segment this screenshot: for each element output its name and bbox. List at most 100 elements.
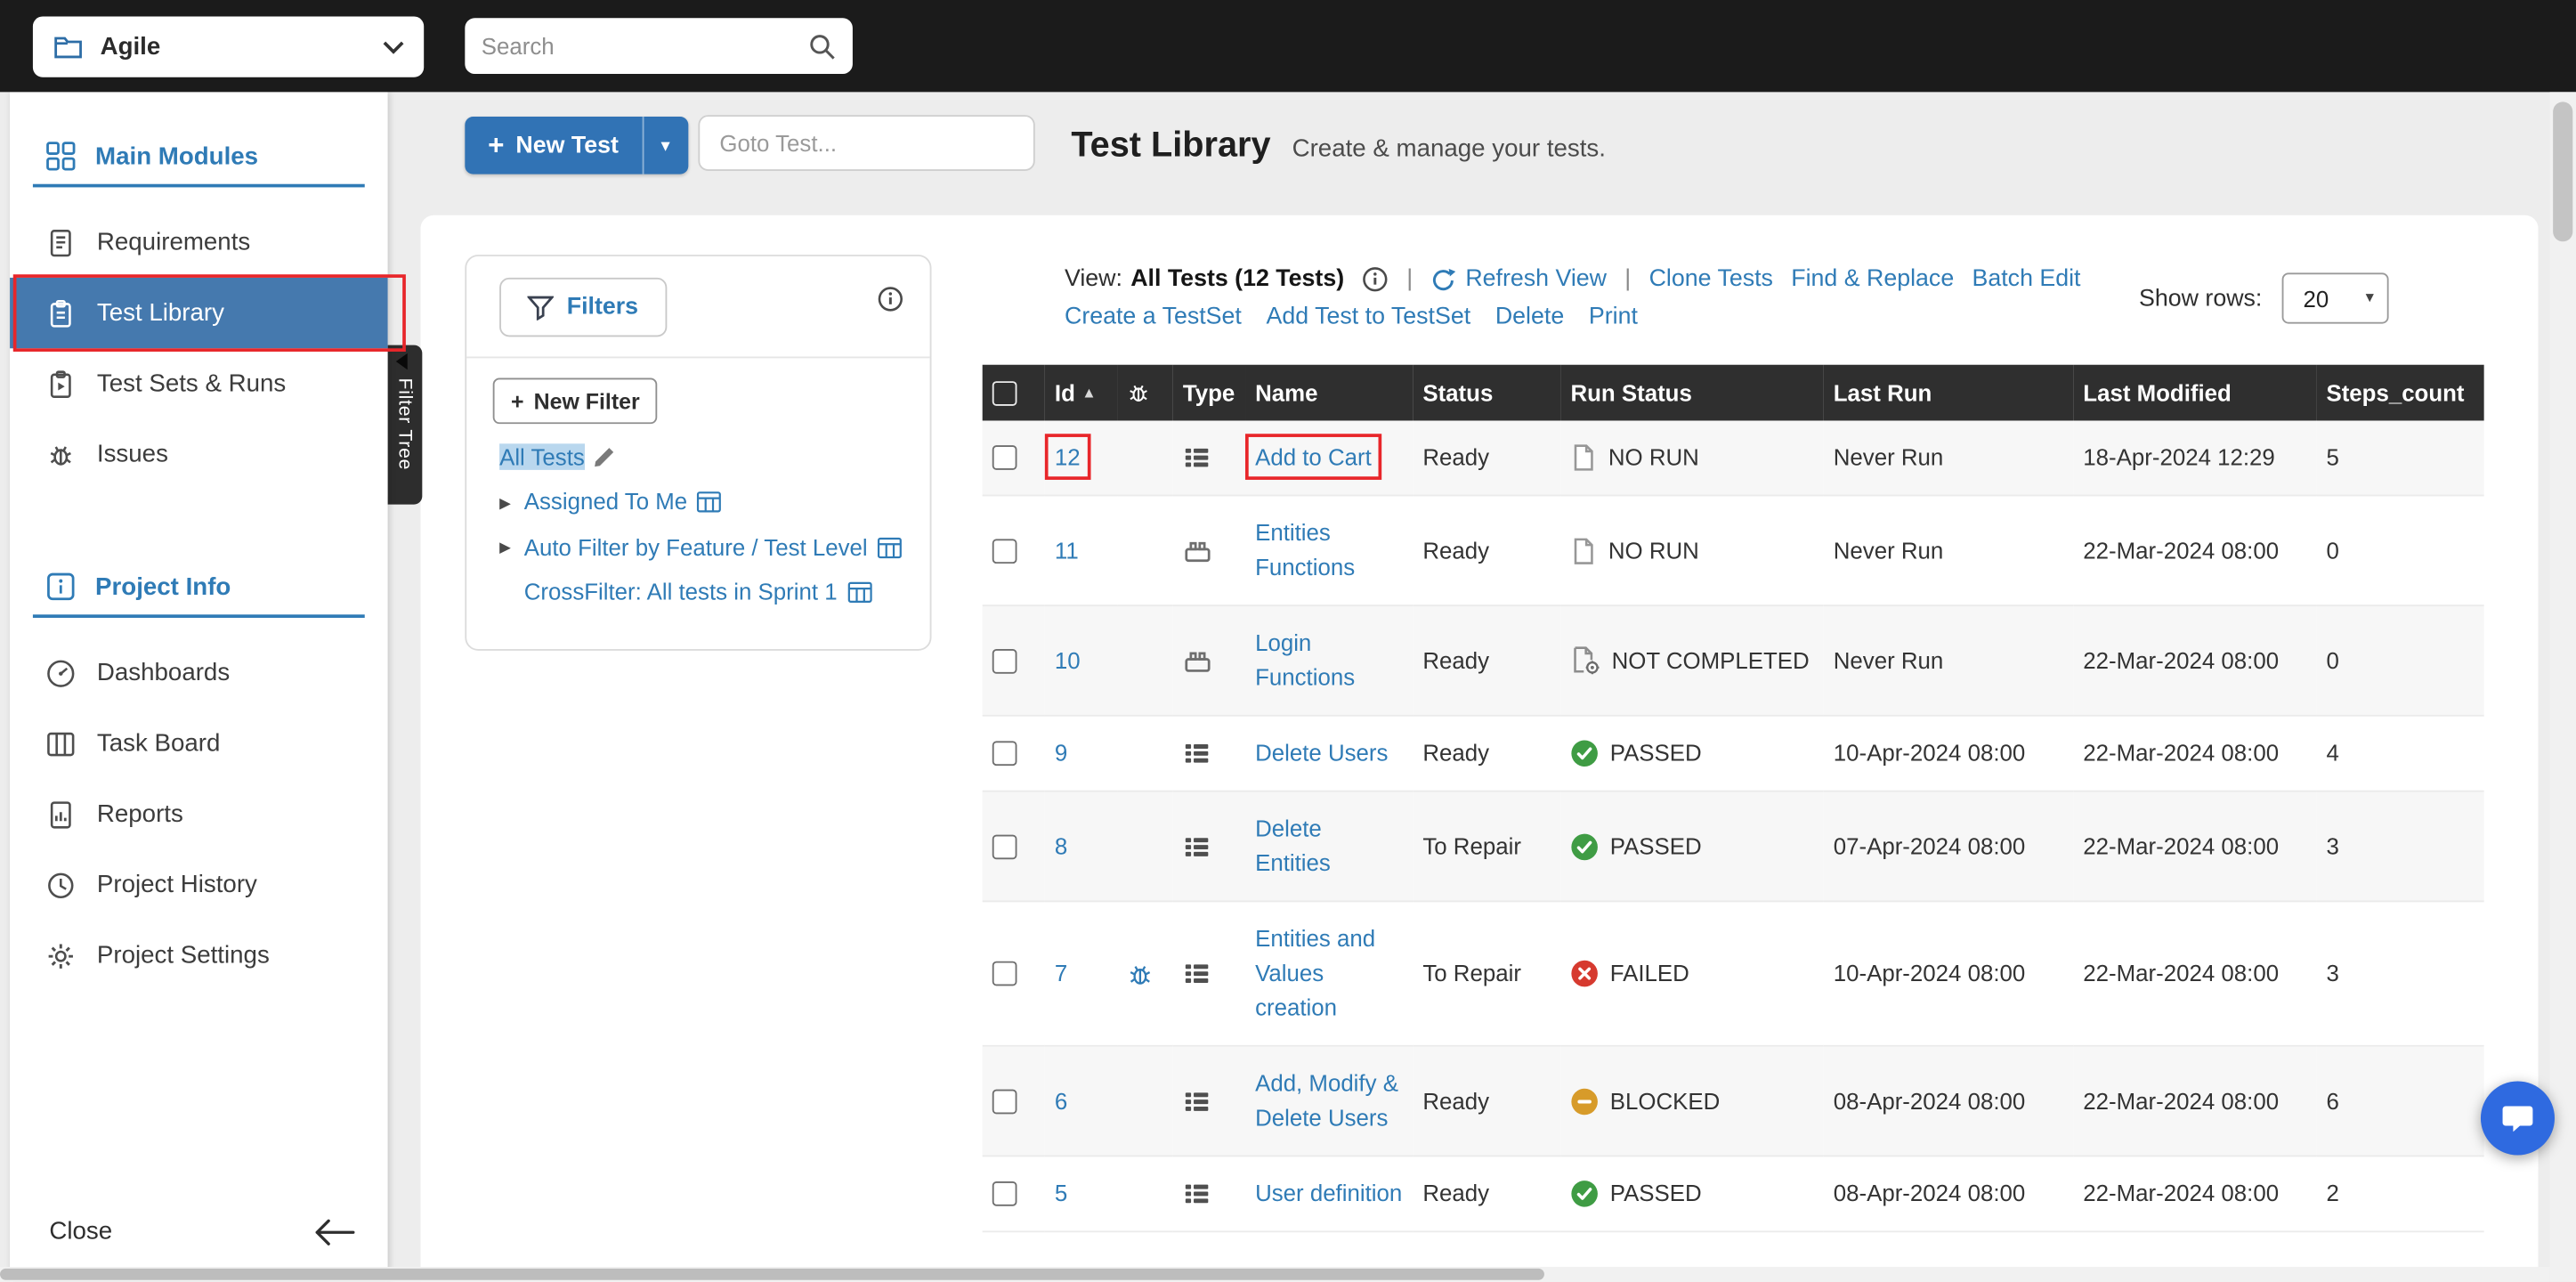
new-test-dropdown-button[interactable]: ▾ — [644, 117, 688, 174]
filter-link-auto-filter[interactable]: Auto Filter by Feature / Test Level — [524, 533, 868, 560]
sidebar-item-project-history[interactable]: Project History — [10, 849, 388, 920]
filters-info-icon[interactable] — [878, 286, 904, 312]
row-checkbox[interactable] — [992, 648, 1017, 673]
test-id-link[interactable]: 12 — [1055, 443, 1081, 470]
find-replace-link[interactable]: Find & Replace — [1791, 266, 1954, 293]
search-input[interactable] — [482, 33, 808, 60]
delete-link[interactable]: Delete — [1495, 304, 1564, 330]
filter-item-assigned-to-me[interactable]: ▶Assigned To Me — [499, 484, 907, 520]
test-row: 11 Entities Functions Ready NO RUN Never… — [983, 495, 2484, 605]
new-test-button[interactable]: + New Test — [465, 117, 641, 174]
filters-button[interactable]: Filters — [499, 278, 666, 337]
new-test-split-button[interactable]: + New Test ▾ — [465, 117, 687, 174]
project-selector[interactable]: Agile — [33, 16, 424, 77]
row-checkbox[interactable] — [992, 1181, 1017, 1206]
filter-item-all-tests[interactable]: All Tests — [499, 441, 907, 475]
info-square-icon — [46, 572, 76, 601]
row-checkbox[interactable] — [992, 834, 1017, 859]
grid-icon — [46, 142, 76, 171]
row-checkbox[interactable] — [992, 741, 1017, 766]
expand-arrow-icon[interactable]: ▶ — [499, 485, 524, 520]
test-id-link[interactable]: 6 — [1055, 1087, 1067, 1114]
col-header-type[interactable]: Type — [1173, 365, 1245, 421]
chat-launcher-button[interactable] — [2481, 1081, 2555, 1155]
test-id-link[interactable]: 5 — [1055, 1180, 1067, 1206]
view-info-icon[interactable] — [1362, 266, 1389, 293]
new-filter-button[interactable]: + New Filter — [493, 378, 658, 425]
sidebar-item-reports[interactable]: Reports — [10, 779, 388, 849]
view-summary: View: All Tests (12 Tests) — [1065, 266, 1344, 293]
sidebar-item-label: Test Sets & Runs — [97, 369, 286, 397]
col-header-bug[interactable] — [1117, 365, 1173, 421]
filter-link-assigned-to-me[interactable]: Assigned To Me — [524, 488, 687, 515]
test-id-link[interactable]: 7 — [1055, 960, 1067, 986]
clone-tests-link[interactable]: Clone Tests — [1649, 266, 1773, 293]
sidebar-item-task-board[interactable]: Task Board — [10, 708, 388, 778]
add-test-to-testset-link[interactable]: Add Test to TestSet — [1267, 304, 1471, 330]
test-id-link[interactable]: 9 — [1055, 740, 1067, 767]
row-checkbox[interactable] — [992, 961, 1017, 986]
horizontal-scrollbar-thumb[interactable] — [0, 1269, 1544, 1280]
filter-tree-tab[interactable]: Filter Tree — [388, 345, 423, 505]
plus-icon: + — [511, 388, 524, 413]
test-status: Ready — [1422, 740, 1489, 767]
table-view-icon[interactable] — [847, 581, 872, 603]
test-name-link[interactable]: Delete Entities — [1255, 815, 1331, 875]
close-label: Close — [49, 1218, 112, 1245]
section-underline — [33, 184, 365, 188]
table-header-row: Id▲ Type Name Status Run Status Last Run… — [983, 365, 2484, 421]
expand-arrow-icon[interactable]: ▶ — [499, 531, 524, 565]
select-all-checkbox[interactable] — [992, 380, 1017, 405]
col-header-status[interactable]: Status — [1413, 365, 1560, 421]
col-header-steps-count[interactable]: Steps_count — [2316, 365, 2483, 421]
batch-edit-link[interactable]: Batch Edit — [1973, 266, 2081, 293]
test-name-link[interactable]: Add to Cart — [1255, 443, 1372, 470]
test-name-link[interactable]: Entities and Values creation — [1255, 925, 1375, 1020]
col-header-id[interactable]: Id▲ — [1045, 365, 1117, 421]
print-link[interactable]: Print — [1589, 304, 1638, 330]
refresh-view-link[interactable]: Refresh View — [1431, 266, 1607, 293]
test-name-link[interactable]: Login Functions — [1255, 629, 1355, 690]
test-name-link[interactable]: Add, Modify & Delete Users — [1255, 1070, 1398, 1131]
search-icon[interactable] — [808, 32, 836, 60]
vertical-scrollbar[interactable] — [2549, 92, 2576, 1281]
col-header-last-modified[interactable]: Last Modified — [2073, 365, 2316, 421]
test-name-link[interactable]: Delete Users — [1255, 740, 1388, 767]
filter-item-crossfilter[interactable]: CrossFilter: All tests in Sprint 1 — [499, 575, 907, 610]
test-status: To Repair — [1422, 960, 1521, 986]
test-id-link[interactable]: 8 — [1055, 832, 1067, 859]
row-checkbox[interactable] — [992, 445, 1017, 470]
vertical-scrollbar-thumb[interactable] — [2553, 101, 2572, 241]
dashboards-icon — [46, 658, 76, 687]
sidebar-item-project-settings[interactable]: Project Settings — [10, 921, 388, 991]
test-id-link[interactable]: 11 — [1055, 537, 1079, 564]
horizontal-scrollbar[interactable] — [0, 1267, 2549, 1282]
row-checkbox[interactable] — [992, 538, 1017, 563]
last-run-value: Never Run — [1834, 537, 1944, 564]
col-header-run-status[interactable]: Run Status — [1560, 365, 1823, 421]
filter-link-all-tests[interactable]: All Tests — [499, 443, 585, 470]
test-id-link[interactable]: 10 — [1055, 646, 1081, 673]
col-header-last-run[interactable]: Last Run — [1824, 365, 2074, 421]
sidebar-item-requirements[interactable]: Requirements — [10, 207, 388, 278]
bug-icon — [1127, 381, 1163, 404]
test-name-link[interactable]: Entities Functions — [1255, 519, 1355, 580]
goto-test-input[interactable] — [698, 115, 1034, 171]
sidebar-item-issues[interactable]: Issues — [10, 419, 388, 490]
test-name-link[interactable]: User definition — [1255, 1180, 1402, 1206]
create-testset-link[interactable]: Create a TestSet — [1065, 304, 1242, 330]
sidebar-item-test-library[interactable]: Test Library — [10, 278, 388, 348]
sidebar-item-dashboards[interactable]: Dashboards — [10, 637, 388, 708]
filter-link-crossfilter[interactable]: CrossFilter: All tests in Sprint 1 — [524, 579, 838, 605]
table-view-icon[interactable] — [878, 537, 903, 558]
global-search[interactable] — [465, 18, 853, 74]
table-view-icon[interactable] — [697, 491, 722, 513]
sidebar-close-button[interactable]: Close — [10, 1218, 388, 1245]
filter-item-auto-filter[interactable]: ▶Auto Filter by Feature / Test Level — [499, 530, 907, 565]
app-window: Agile + New Test ▾ Test Library Cre — [0, 0, 2576, 1282]
pencil-icon[interactable] — [593, 445, 616, 468]
sidebar-item-test-sets-runs[interactable]: Test Sets & Runs — [10, 348, 388, 418]
col-header-name[interactable]: Name — [1245, 365, 1413, 421]
row-checkbox[interactable] — [992, 1089, 1017, 1114]
show-rows-select[interactable]: 20 ▾ — [2282, 272, 2389, 323]
